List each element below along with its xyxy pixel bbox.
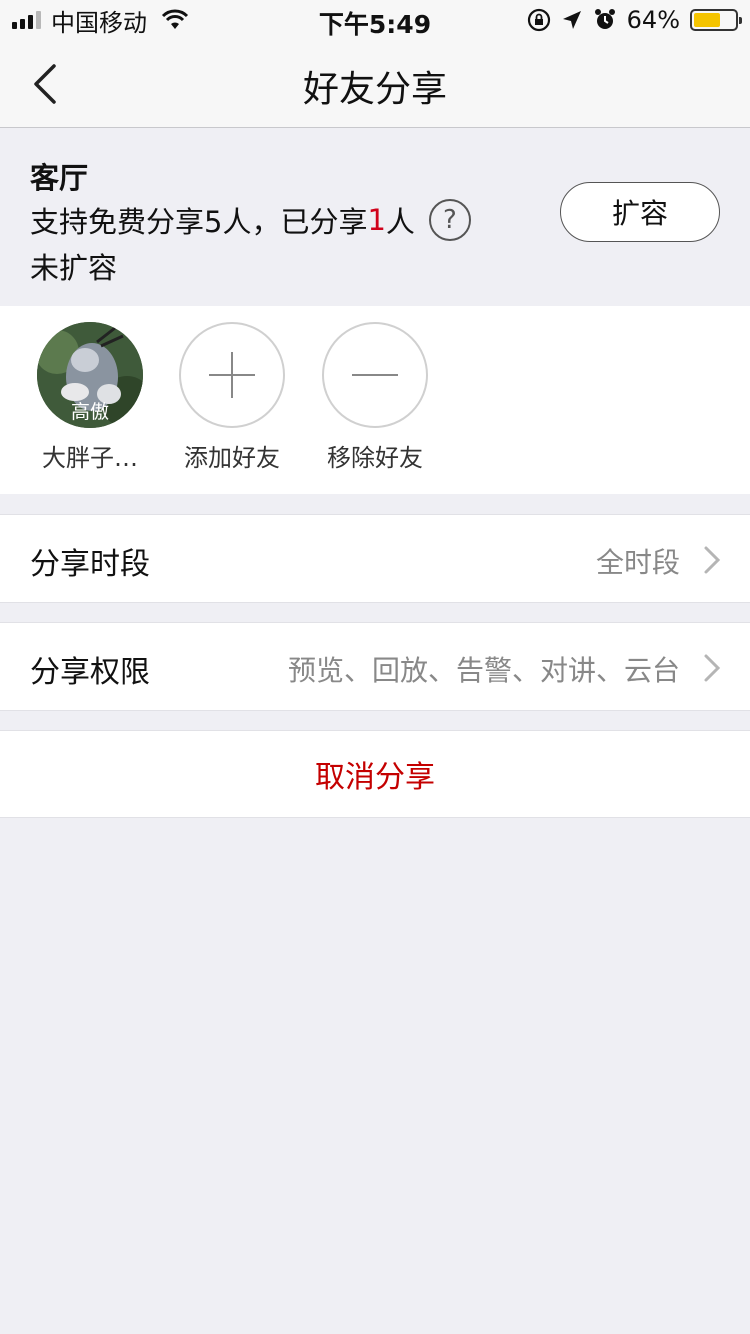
quota-suffix: 人: [385, 205, 415, 239]
friends-section: 高傲 大胖子… 添加好友 移除好友: [0, 306, 750, 494]
add-friend-label: 添加好友: [184, 444, 280, 472]
share-quota-text: 支持免费分享5人，已分享 1 人 ?: [30, 199, 471, 241]
avatar-tag: 高傲: [70, 401, 109, 423]
remove-friend-button[interactable]: [322, 322, 428, 428]
quota-prefix: 支持免费分享5人，已分享: [30, 205, 368, 239]
chevron-right-icon: [704, 546, 721, 574]
share-permission-label: 分享权限: [30, 655, 150, 690]
orientation-lock-icon: [527, 8, 550, 32]
share-period-row[interactable]: 分享时段 全时段: [0, 514, 750, 603]
battery-icon: [690, 9, 742, 31]
friend-item[interactable]: 高傲 大胖子…: [30, 322, 150, 473]
cancel-share-button[interactable]: 取消分享: [0, 730, 750, 818]
plus-icon: [209, 352, 255, 398]
expansion-status: 未扩容: [30, 251, 118, 285]
battery-percent: 64%: [626, 6, 680, 34]
share-period-label: 分享时段: [30, 547, 150, 582]
share-permission-value: 预览、回放、告警、对讲、云台: [287, 654, 680, 687]
minus-icon: [352, 374, 398, 376]
share-permission-row[interactable]: 分享权限 预览、回放、告警、对讲、云台: [0, 622, 750, 711]
chevron-right-icon: [704, 654, 721, 682]
expand-button[interactable]: 扩容: [560, 182, 720, 242]
alarm-icon: [594, 9, 615, 29]
status-bar: 中国移动 下午5:49 64%: [0, 0, 750, 40]
quota-count: 1: [367, 203, 386, 237]
battery-fill: [694, 13, 720, 27]
avatar[interactable]: 高傲: [37, 322, 143, 428]
share-period-value: 全时段: [595, 546, 680, 579]
add-friend-button[interactable]: [179, 322, 285, 428]
nav-bar: 好友分享: [0, 40, 750, 128]
remove-friend-item[interactable]: 移除好友: [315, 322, 435, 473]
remove-friend-label: 移除好友: [327, 444, 423, 472]
friend-name: 大胖子…: [42, 444, 138, 472]
share-info-section: 客厅 支持免费分享5人，已分享 1 人 ? 未扩容 扩容: [0, 129, 750, 305]
question-circle-icon[interactable]: ?: [428, 199, 471, 241]
add-friend-item[interactable]: 添加好友: [172, 322, 292, 473]
room-name: 客厅: [30, 161, 89, 195]
status-right: 64%: [527, 5, 742, 35]
location-arrow-icon: [562, 11, 581, 29]
page-title: 好友分享: [302, 69, 447, 110]
